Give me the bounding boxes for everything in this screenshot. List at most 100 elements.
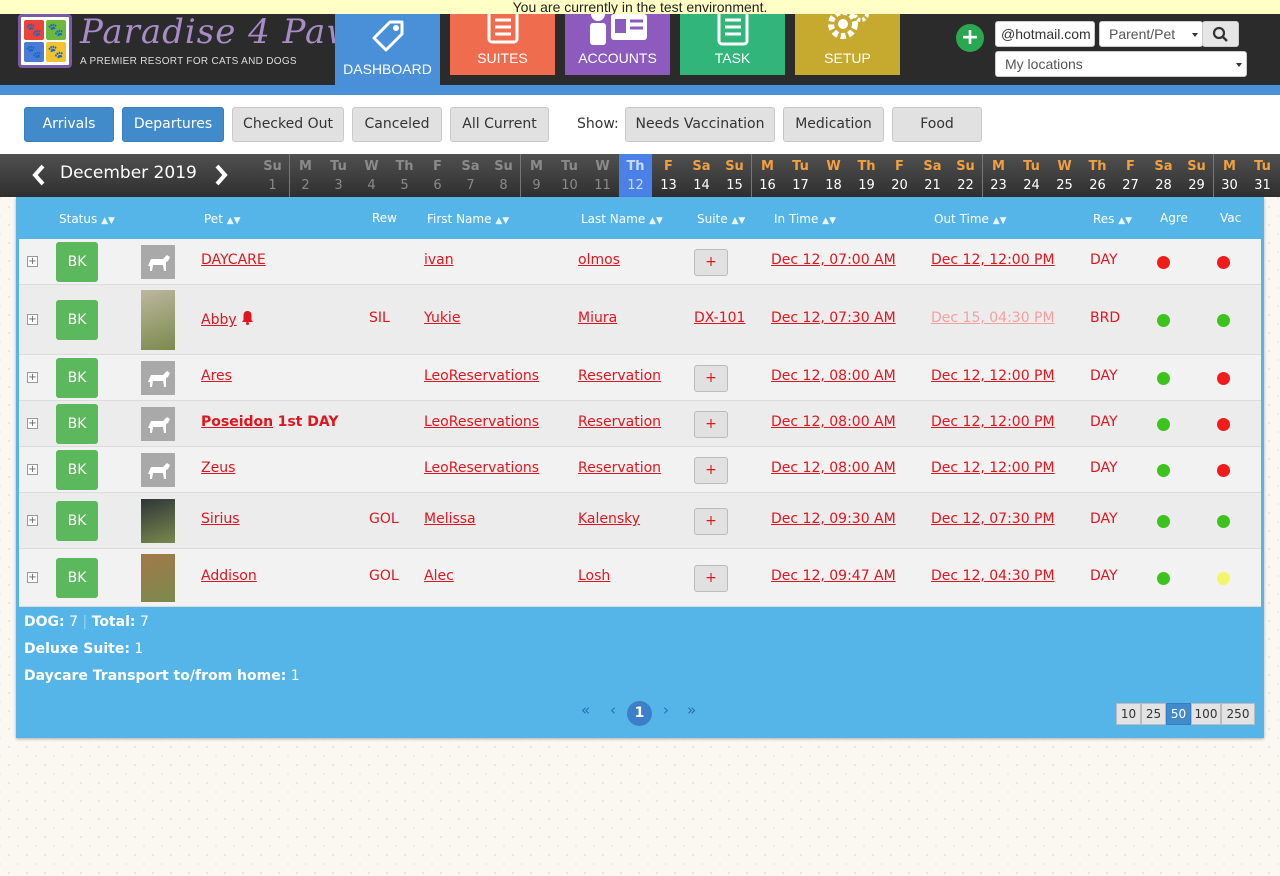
pet-name-link[interactable]: Addison (201, 568, 257, 584)
in-time-link[interactable]: Dec 12, 08:00 AM (771, 460, 896, 476)
pet-name-link[interactable]: DAYCARE (201, 252, 266, 268)
dog-placeholder-icon[interactable] (141, 245, 175, 279)
assign-suite-button[interactable]: + (694, 565, 728, 592)
expand-row-icon[interactable]: + (27, 314, 38, 325)
assign-suite-button[interactable]: + (694, 365, 728, 392)
out-time-link[interactable]: Dec 12, 12:00 PM (931, 460, 1055, 476)
pet-name-link[interactable]: Poseidon (201, 414, 273, 430)
calendar-day[interactable]: W 11 (586, 154, 619, 197)
first-name-link[interactable]: Yukie (424, 310, 460, 326)
calendar-day[interactable]: Sa 14 (685, 154, 718, 197)
last-name-link[interactable]: Losh (578, 568, 610, 584)
header-first-name[interactable]: First Name ▲▼ (427, 197, 509, 237)
calendar-day[interactable]: Su 1 (256, 154, 289, 197)
table-row[interactable]: + BK DAYCARE ivan olmos + Dec 12, 07:00 AM Dec … (19, 239, 1261, 285)
page-size-option[interactable]: 100 (1191, 703, 1221, 725)
first-name-link[interactable]: ivan (424, 252, 454, 268)
pet-name-link[interactable]: Zeus (201, 460, 235, 476)
out-time-link[interactable]: Dec 12, 12:00 PM (931, 252, 1055, 268)
expand-row-icon[interactable]: + (27, 464, 38, 475)
first-name-link[interactable]: LeoReservations (424, 368, 539, 384)
search-input[interactable]: @hotmail.com (995, 21, 1095, 47)
first-name-link[interactable]: Melissa (424, 511, 476, 527)
table-row[interactable]: + BK Sirius GOL Melissa Kalensky + Dec 12, 09:3… (19, 493, 1261, 549)
calendar-day[interactable]: M9 (520, 154, 553, 197)
pet-photo[interactable] (141, 554, 175, 602)
suite-link[interactable]: DX-101 (694, 310, 745, 326)
calendar-day[interactable]: F 20 (883, 154, 916, 197)
page-size-option[interactable]: 25 (1141, 703, 1166, 725)
expand-row-icon[interactable]: + (27, 418, 38, 429)
pet-name-link[interactable]: Abby (201, 312, 237, 328)
calendar-day[interactable]: F6 (421, 154, 454, 197)
calendar-day[interactable]: W 18 (817, 154, 850, 197)
header-suite[interactable]: Suite ▲▼ (697, 197, 745, 237)
next-month-icon[interactable] (212, 163, 230, 193)
in-time-link[interactable]: Dec 12, 07:00 AM (771, 252, 896, 268)
out-time-link[interactable]: Dec 12, 04:30 PM (931, 568, 1055, 584)
status-badge[interactable]: BK (56, 558, 98, 598)
page-prev[interactable]: ‹ (610, 701, 616, 719)
last-name-link[interactable]: Kalensky (578, 511, 640, 527)
in-time-link[interactable]: Dec 12, 09:30 AM (771, 511, 896, 527)
bell-icon[interactable] (241, 310, 254, 329)
canceled-button[interactable]: Canceled (352, 107, 442, 142)
calendar-day[interactable]: M 23 (982, 154, 1015, 197)
last-name-link[interactable]: olmos (578, 252, 620, 268)
calendar-day[interactable]: W 25 (1048, 154, 1081, 197)
logo[interactable]: 🐾 🐾 🐾 🐾 Paradise 4 Paws A PREMIER RESORT F… (18, 12, 374, 72)
in-time-link[interactable]: Dec 12, 08:00 AM (771, 368, 896, 384)
last-name-link[interactable]: Reservation (578, 368, 661, 384)
calendar-day[interactable]: M2 (289, 154, 322, 197)
departures-button[interactable]: Departures (122, 107, 224, 142)
last-name-link[interactable]: Reservation (578, 414, 661, 430)
calendar-day[interactable]: M 16 (751, 154, 784, 197)
expand-row-icon[interactable]: + (27, 256, 38, 267)
out-time-link[interactable]: Dec 12, 12:00 PM (931, 368, 1055, 384)
assign-suite-button[interactable]: + (694, 457, 728, 484)
page-next[interactable]: › (663, 701, 669, 719)
last-name-link[interactable]: Miura (578, 310, 617, 326)
status-badge[interactable]: BK (56, 300, 98, 340)
pet-photo[interactable] (141, 499, 175, 543)
header-last-name[interactable]: Last Name ▲▼ (581, 197, 663, 237)
first-name-link[interactable]: LeoReservations (424, 460, 539, 476)
page-size-option[interactable]: 50 (1166, 703, 1191, 725)
calendar-day[interactable]: Tu 10 (553, 154, 586, 197)
dog-placeholder-icon[interactable] (141, 407, 175, 441)
dog-placeholder-icon[interactable] (141, 453, 175, 487)
pet-name-link[interactable]: Ares (201, 368, 232, 384)
page-size-option[interactable]: 10 (1116, 703, 1141, 725)
calendar-day[interactable]: Th 26 (1081, 154, 1114, 197)
calendar-day[interactable]: M 30 (1213, 154, 1246, 197)
calendar-day[interactable]: Sa 7 (454, 154, 487, 197)
page-size-option[interactable]: 250 (1221, 703, 1255, 725)
calendar-day[interactable]: Sa 28 (1147, 154, 1180, 197)
page-current[interactable]: 1 (627, 701, 652, 726)
in-time-link[interactable]: Dec 12, 09:47 AM (771, 568, 896, 584)
calendar-day[interactable]: F 27 (1114, 154, 1147, 197)
calendar-day[interactable]: Tu 3 (322, 154, 355, 197)
table-row[interactable]: + BK Poseidon 1st DAY LeoReservations Reserv… (19, 401, 1261, 447)
first-name-link[interactable]: LeoReservations (424, 414, 539, 430)
assign-suite-button[interactable]: + (694, 411, 728, 438)
header-out-time[interactable]: Out Time ▲▼ (934, 197, 1007, 237)
calendar-day[interactable]: Su 29 (1180, 154, 1213, 197)
table-row[interactable]: + BK Addison GOL Alec Losh + Dec 12, 09:47 AM De… (19, 549, 1261, 607)
table-row[interactable]: + BK Zeus LeoReservations Reservation + Dec 12… (19, 447, 1261, 493)
page-first[interactable]: « (581, 701, 590, 719)
medication-button[interactable]: Medication (783, 107, 884, 142)
calendar-day[interactable]: Th 19 (850, 154, 883, 197)
needs-vaccination-button[interactable]: Needs Vaccination (625, 107, 775, 142)
assign-suite-button[interactable]: + (694, 249, 728, 276)
expand-row-icon[interactable]: + (27, 572, 38, 583)
table-row[interactable]: + BK Ares LeoReservations Reservation + Dec 12… (19, 355, 1261, 401)
header-status[interactable]: Status ▲▼ (59, 197, 115, 237)
status-badge[interactable]: BK (56, 358, 98, 398)
pet-photo[interactable] (141, 290, 175, 350)
dog-placeholder-icon[interactable] (141, 361, 175, 395)
calendar-day[interactable]: Sa 21 (916, 154, 949, 197)
out-time-link[interactable]: Dec 12, 12:00 PM (931, 414, 1055, 430)
header-res[interactable]: Res ▲▼ (1093, 197, 1132, 237)
search-button[interactable] (1202, 21, 1239, 47)
